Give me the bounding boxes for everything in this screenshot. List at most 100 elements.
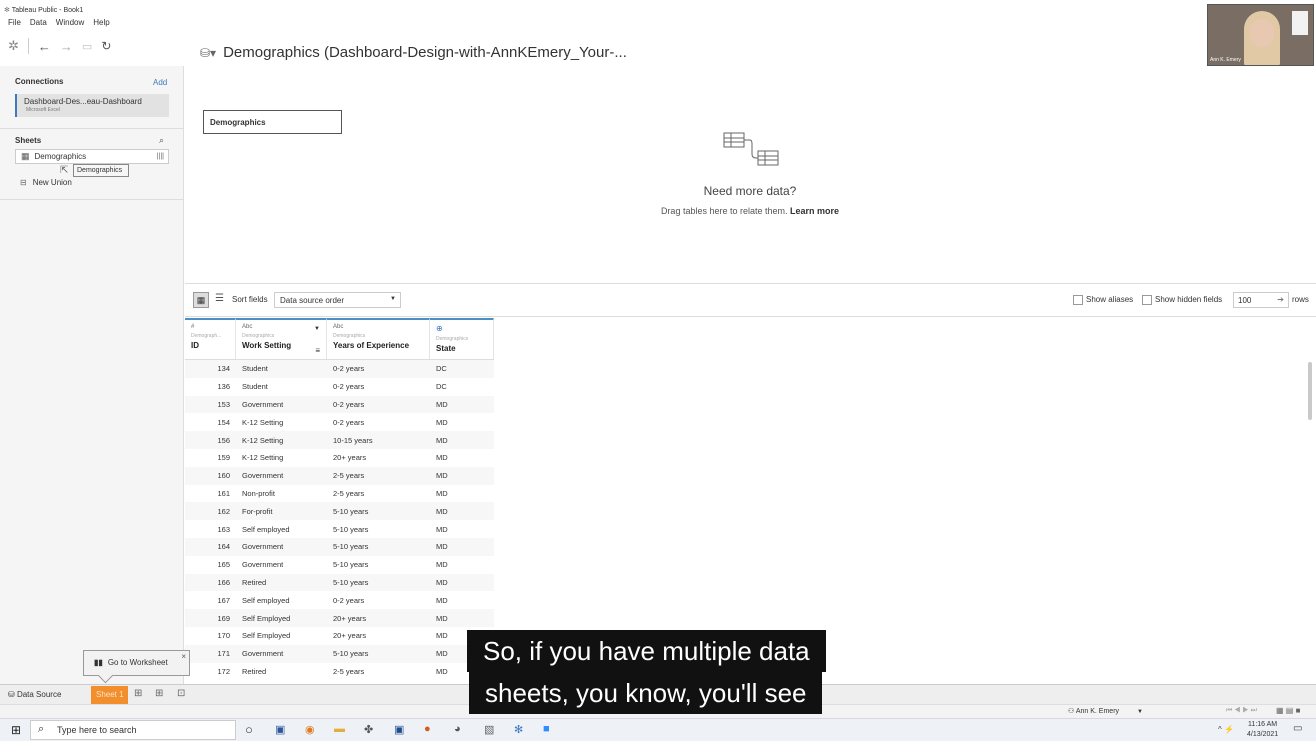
column-menu-icon[interactable]: ▼ bbox=[314, 326, 320, 332]
media-icon[interactable]: ◕ bbox=[454, 723, 461, 735]
windows-start-icon[interactable]: ⊞ bbox=[11, 723, 21, 737]
back-icon[interactable]: ← bbox=[38, 39, 51, 54]
menu-data[interactable]: Data bbox=[30, 18, 47, 32]
apply-arrow-icon[interactable]: ➔ bbox=[1277, 295, 1284, 304]
connection-item[interactable]: Dashboard-Des...eau-Dashboard Microsoft … bbox=[15, 94, 169, 117]
taskbar-search-input[interactable]: ⌕ Type here to search bbox=[30, 720, 236, 740]
table-row[interactable]: 165 Government 5-10 years MD bbox=[185, 556, 494, 574]
vertical-scrollbar[interactable] bbox=[1308, 362, 1312, 420]
database-icon: ⛁ bbox=[8, 690, 17, 699]
column-name: ID bbox=[191, 341, 199, 350]
table-row[interactable]: 171 Government 5-10 years MD bbox=[185, 644, 494, 663]
cell-state: MD bbox=[436, 577, 448, 587]
table-row[interactable]: 153 Government 0-2 years MD bbox=[185, 395, 494, 414]
cell-years-of-experience: 2-5 years bbox=[333, 666, 365, 676]
column-header-work-setting[interactable]: Abc Demographics Work Setting ▼ ≡ bbox=[236, 318, 327, 359]
number-type-icon[interactable]: # bbox=[191, 324, 235, 330]
column-header-years-of-experience[interactable]: Abc Demographics Years of Experience bbox=[327, 318, 430, 359]
go-to-worksheet-tip[interactable]: ▮▮ Go to Worksheet × bbox=[83, 650, 190, 676]
new-story-icon[interactable]: ⊡ bbox=[177, 688, 185, 699]
refresh-icon[interactable]: ↻ bbox=[101, 39, 111, 53]
task-view-icon[interactable]: ○ bbox=[245, 722, 253, 737]
grid-view-icon[interactable]: ▦ bbox=[193, 292, 209, 308]
table-row[interactable]: 159 K-12 Setting 20+ years MD bbox=[185, 449, 494, 467]
connections-title: Connections bbox=[15, 77, 64, 86]
table-row[interactable]: 172 Retired 2-5 years MD bbox=[185, 663, 494, 681]
relate-tables-icon bbox=[723, 132, 779, 166]
datasource-title[interactable]: Demographics (Dashboard-Design-with-AnnK… bbox=[223, 44, 627, 61]
cell-id: 159 bbox=[217, 453, 230, 463]
search-icon[interactable]: ⌕ bbox=[159, 135, 164, 146]
tableau-icon[interactable]: ✻ bbox=[514, 723, 523, 736]
learn-more-link[interactable]: Learn more bbox=[790, 206, 839, 216]
new-worksheet-icon[interactable]: ⊞ bbox=[134, 688, 142, 699]
toolbar: ✲ ← → ▭ ↻ bbox=[8, 37, 111, 55]
new-union-label: New Union bbox=[32, 178, 72, 187]
tray-icons[interactable]: ^ ⚡ bbox=[1218, 725, 1234, 734]
cell-id: 162 bbox=[217, 506, 230, 516]
column-header-id[interactable]: # Demograph... ID bbox=[185, 318, 236, 359]
clock[interactable]: 11:16 AM 4/13/2021 bbox=[1247, 720, 1278, 740]
folder-icon[interactable]: ▬ bbox=[334, 723, 345, 735]
menu-window[interactable]: Window bbox=[56, 18, 84, 32]
show-aliases-checkbox[interactable] bbox=[1073, 294, 1083, 306]
table-row[interactable]: 164 Government 5-10 years MD bbox=[185, 537, 494, 556]
save-icon[interactable]: ▭ bbox=[82, 40, 92, 53]
menu-file[interactable]: File bbox=[8, 18, 21, 32]
menu-help[interactable]: Help bbox=[93, 18, 109, 32]
sheet-item-demographics[interactable]: ▦ Demographics |||| bbox=[15, 149, 169, 164]
cell-state: MD bbox=[436, 560, 448, 570]
app-icon[interactable]: ✤ bbox=[364, 723, 373, 736]
canvas-table-demographics[interactable]: Demographics bbox=[203, 110, 342, 134]
user-menu[interactable]: ⚇ Ann K. Emery ▼ bbox=[1068, 707, 1143, 715]
cell-years-of-experience: 20+ years bbox=[333, 613, 367, 623]
table-row[interactable]: 154 K-12 Setting 0-2 years MD bbox=[185, 413, 494, 431]
table-row[interactable]: 134 Student 0-2 years DC bbox=[185, 360, 494, 378]
cell-years-of-experience: 5-10 years bbox=[333, 560, 369, 570]
tab-data-source[interactable]: ⛁ Data Source bbox=[8, 690, 61, 699]
zoom-icon[interactable]: ■ bbox=[543, 723, 550, 735]
string-type-icon[interactable]: Abc bbox=[333, 324, 429, 330]
add-connection-link[interactable]: Add bbox=[153, 78, 167, 87]
database-icon[interactable]: ⛁▾ bbox=[200, 46, 216, 60]
sort-fields-select[interactable]: Data source order ▼ bbox=[274, 292, 401, 308]
rows-input[interactable]: 100 ➔ bbox=[1233, 292, 1289, 308]
cell-years-of-experience: 5-10 years bbox=[333, 524, 369, 534]
tableau-home-icon[interactable]: ✲ bbox=[8, 38, 19, 54]
globe-icon[interactable]: ⊕ bbox=[436, 324, 493, 333]
sheet-nav-icons[interactable]: ⏮ ◀ ▶ ⏭ bbox=[1226, 707, 1257, 715]
view-toggle-icons[interactable]: ▦ ▤ ■ bbox=[1276, 706, 1300, 715]
show-hidden-label: Show hidden fields bbox=[1155, 295, 1223, 304]
image-app-icon[interactable]: ▧ bbox=[484, 723, 494, 736]
sort-icon[interactable]: ≡ bbox=[315, 346, 320, 355]
webcam-label: Ann K. Emery bbox=[1210, 57, 1241, 63]
table-row[interactable]: 136 Student 0-2 years DC bbox=[185, 378, 494, 396]
new-union-item[interactable]: ⊟ New Union bbox=[20, 178, 72, 187]
word-icon[interactable]: ▣ bbox=[275, 723, 285, 736]
table-row[interactable]: 169 Self Employed 20+ years MD bbox=[185, 609, 494, 627]
table-row[interactable]: 166 Retired 5-10 years MD bbox=[185, 573, 494, 592]
firefox-icon[interactable]: ◉ bbox=[305, 723, 315, 736]
cell-id: 164 bbox=[217, 542, 230, 552]
new-dashboard-icon[interactable]: ⊞ bbox=[155, 688, 163, 699]
table-row[interactable]: 170 Self Employed 20+ years MD bbox=[185, 627, 494, 645]
caption-line-1: So, if you have multiple data bbox=[467, 630, 826, 672]
show-hidden-checkbox[interactable] bbox=[1142, 294, 1152, 306]
table-row[interactable]: 160 Government 2-5 years MD bbox=[185, 466, 494, 485]
table-row[interactable]: 161 Non-profit 2-5 years MD bbox=[185, 485, 494, 503]
table-row[interactable]: 162 For-profit 5-10 years MD bbox=[185, 502, 494, 521]
forward-icon[interactable]: → bbox=[60, 39, 73, 54]
close-icon[interactable]: × bbox=[181, 652, 186, 661]
notification-icon[interactable]: ▭ bbox=[1293, 723, 1302, 734]
table-row[interactable]: 156 K-12 Setting 10-15 years MD bbox=[185, 431, 494, 449]
outlook-icon[interactable]: ▣ bbox=[394, 723, 404, 736]
list-view-icon[interactable]: ☰ bbox=[215, 293, 224, 304]
powerpoint-icon[interactable]: ● bbox=[424, 723, 431, 735]
sheets-title: Sheets bbox=[15, 136, 42, 145]
table-row[interactable]: 163 Self employed 5-10 years MD bbox=[185, 520, 494, 538]
column-header-state[interactable]: ⊕ Demographics State bbox=[430, 318, 494, 359]
cell-work-setting: Government bbox=[242, 471, 284, 481]
table-row[interactable]: 167 Self employed 0-2 years MD bbox=[185, 591, 494, 609]
column-source: Demograph... bbox=[191, 333, 222, 339]
tab-sheet-1[interactable]: Sheet 1 bbox=[91, 686, 128, 704]
